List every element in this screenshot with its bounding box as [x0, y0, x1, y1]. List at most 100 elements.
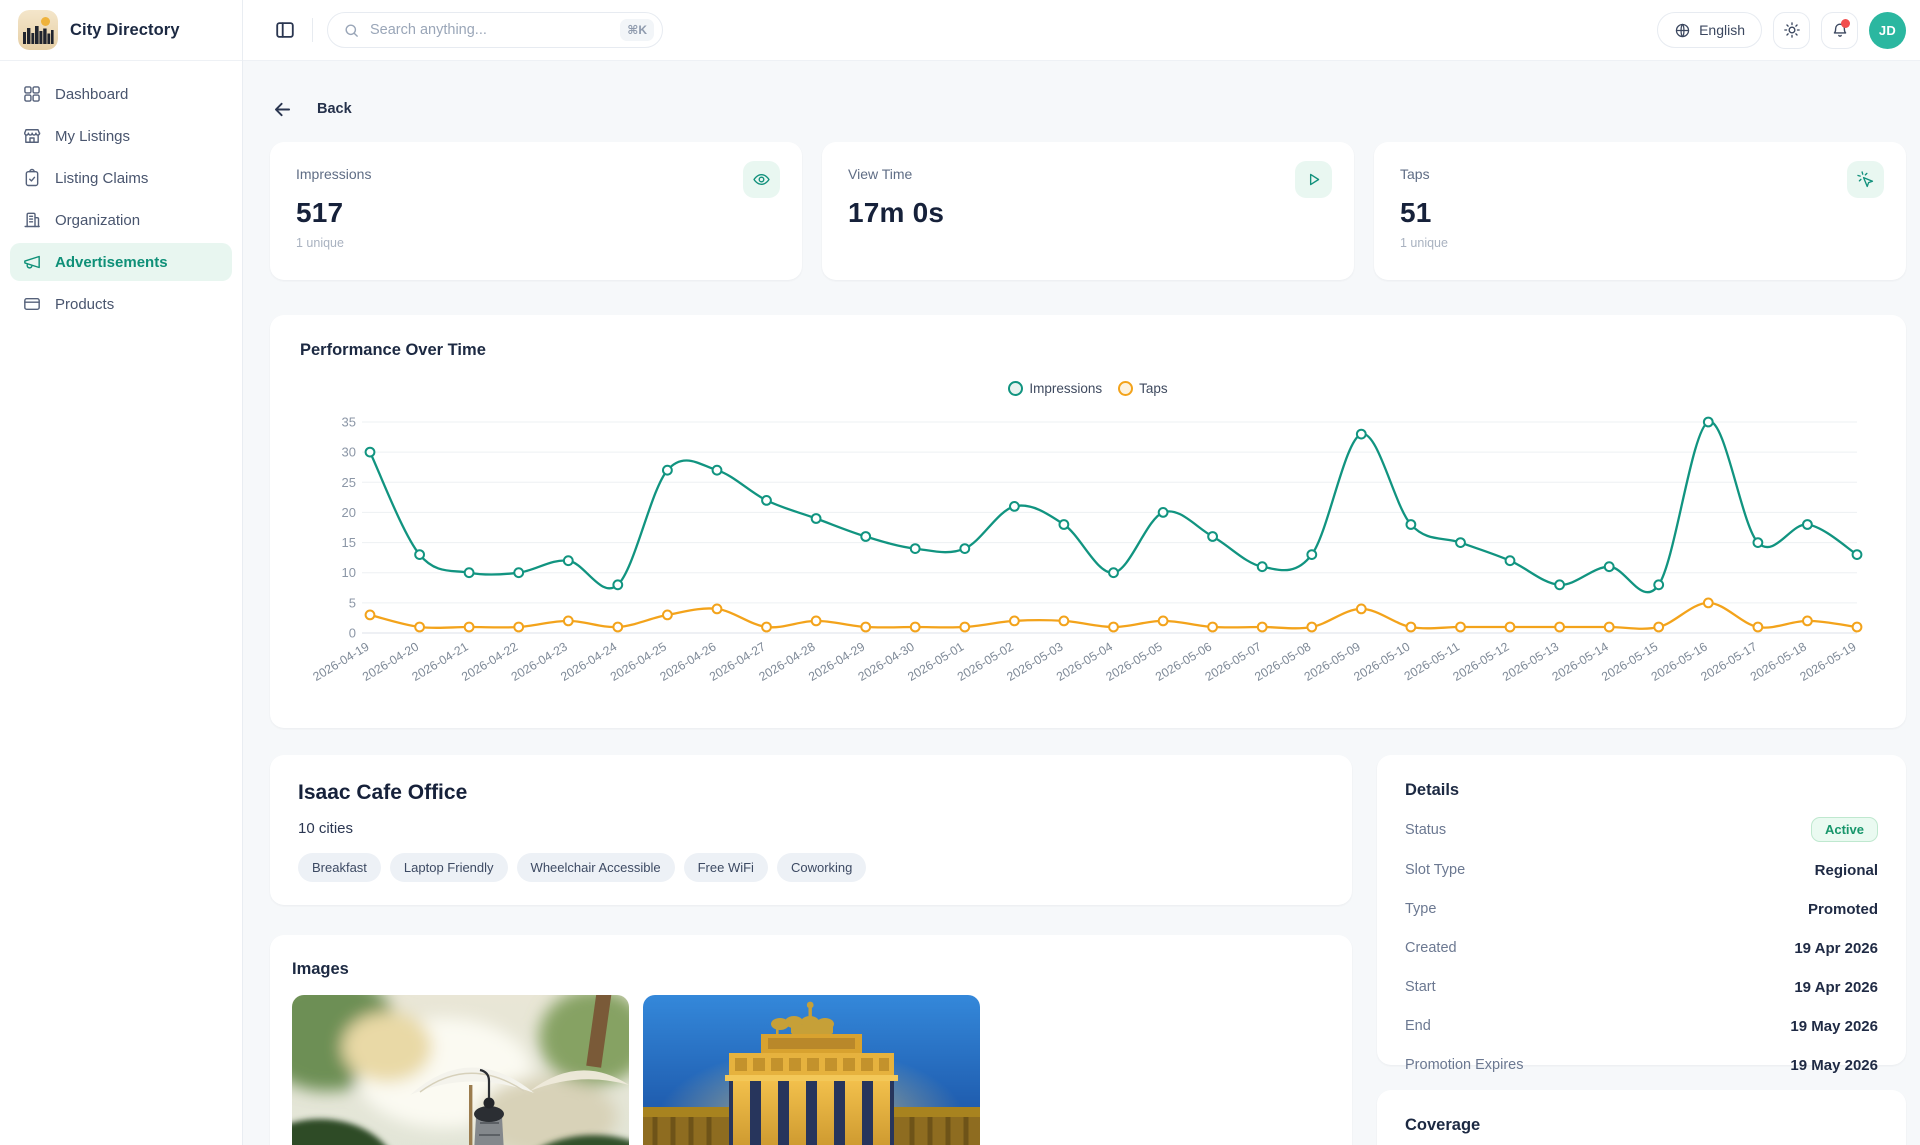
detail-value: 19 May 2026	[1790, 1018, 1878, 1035]
tag-wheelchair-accessible: Wheelchair Accessible	[517, 853, 675, 882]
svg-text:5: 5	[349, 595, 356, 610]
stat-label: Impressions	[296, 166, 776, 182]
megaphone-icon	[22, 252, 42, 272]
notifications-button[interactable]	[1821, 12, 1858, 49]
detail-label: Type	[1405, 901, 1436, 917]
topbar-divider	[312, 18, 313, 42]
legend-label: Taps	[1139, 381, 1168, 396]
cafe-terrace-photo[interactable]	[292, 995, 629, 1145]
cursor-click-icon	[1856, 170, 1875, 189]
details-card: Details StatusActiveSlot TypeRegionalTyp…	[1377, 755, 1906, 1065]
theme-toggle-button[interactable]	[1773, 12, 1810, 49]
sidebar-item-label: Products	[55, 296, 114, 313]
brandenburg-gate-photo[interactable]	[643, 995, 980, 1145]
status-badge: Active	[1811, 817, 1878, 842]
tag-coworking: Coworking	[777, 853, 866, 882]
stat-card-impressions: Impressions5171 unique	[270, 142, 802, 280]
back-row: Back	[270, 95, 1906, 123]
detail-label: Promotion Expires	[1405, 1057, 1523, 1073]
legend-item-taps[interactable]: Taps	[1118, 381, 1168, 396]
legend-marker	[1008, 381, 1023, 396]
legend-item-impressions[interactable]: Impressions	[1008, 381, 1102, 396]
stat-icon-badge	[1295, 161, 1332, 198]
globe-icon	[1674, 22, 1691, 39]
left-column: Isaac Cafe Office 10 cities BreakfastLap…	[270, 755, 1352, 1145]
svg-text:2026-05-19: 2026-05-19	[1797, 639, 1858, 683]
performance-chart-card: Performance Over Time ImpressionsTaps 05…	[270, 315, 1906, 728]
stat-card-view-time: View Time 17m 0s	[822, 142, 1354, 280]
sidebar-item-products[interactable]: Products	[10, 285, 232, 323]
svg-text:25: 25	[342, 475, 356, 490]
stat-value: 51	[1400, 197, 1880, 229]
detail-row-type: Type Promoted	[1405, 898, 1878, 920]
sidebar-item-dashboard[interactable]: Dashboard	[10, 75, 232, 113]
svg-text:20: 20	[342, 505, 356, 520]
grid-icon	[22, 84, 42, 104]
detail-row-slot-type: Slot TypeRegional	[1405, 859, 1878, 881]
arrow-left-icon	[272, 99, 293, 120]
detail-value: Promoted	[1808, 901, 1878, 918]
detail-label: Start	[1405, 979, 1436, 995]
details-rows: StatusActiveSlot TypeRegionalTypePromote…	[1405, 817, 1878, 1076]
stat-label: Taps	[1400, 166, 1880, 182]
search-box[interactable]: ⌘K	[327, 12, 663, 48]
sidebar-item-label: Listing Claims	[55, 170, 148, 187]
coverage-title: Coverage	[1405, 1116, 1878, 1135]
images-title: Images	[292, 960, 1330, 979]
tag-breakfast: Breakfast	[298, 853, 381, 882]
search-icon	[343, 22, 360, 39]
detail-value: 19 May 2026	[1790, 1057, 1878, 1074]
stat-label: View Time	[848, 166, 1328, 182]
topbar-actions: English JD	[1657, 12, 1906, 49]
svg-text:30: 30	[342, 445, 356, 460]
sun-icon	[1783, 21, 1801, 39]
eye-icon	[752, 170, 771, 189]
performance-chart[interactable]: 051015202530352026-04-192026-04-202026-0…	[300, 408, 1876, 708]
main-column: ⌘K English JD	[243, 0, 1920, 1145]
svg-text:10: 10	[342, 565, 356, 580]
detail-row-created: Created 19 Apr 2026	[1405, 937, 1878, 959]
sidebar-item-my-listings[interactable]: My Listings	[10, 117, 232, 155]
sidebar-item-advertisements[interactable]: Advertisements	[10, 243, 232, 281]
detail-row-end: End19 May 2026	[1405, 1015, 1878, 1037]
detail-value: 19 Apr 2026	[1794, 940, 1878, 957]
avatar[interactable]: JD	[1869, 12, 1906, 49]
svg-text:2026-05-10: 2026-05-10	[1351, 639, 1412, 683]
detail-row-start: Start19 Apr 2026	[1405, 976, 1878, 998]
back-label: Back	[317, 101, 352, 117]
bottom-grid: Isaac Cafe Office 10 cities BreakfastLap…	[270, 755, 1906, 1145]
panel-left-icon	[274, 19, 296, 41]
tag-laptop-friendly: Laptop Friendly	[390, 853, 508, 882]
listing-title: Isaac Cafe Office	[298, 781, 1324, 805]
language-button[interactable]: English	[1657, 12, 1762, 48]
detail-label: Created	[1405, 940, 1457, 956]
chart-legend: Impressions Taps	[300, 376, 1876, 400]
sidebar-item-label: Dashboard	[55, 86, 128, 103]
svg-text:35: 35	[342, 415, 356, 430]
legend-marker	[1118, 381, 1133, 396]
stat-icon-badge	[1847, 161, 1884, 198]
stat-value: 17m 0s	[848, 197, 1328, 229]
stat-subtext: 1 unique	[1400, 236, 1880, 250]
back-button[interactable]	[270, 97, 295, 122]
clipboard-check-icon	[22, 168, 42, 188]
tag-free-wifi: Free WiFi	[684, 853, 768, 882]
sidebar: City Directory DashboardMy ListingsListi…	[0, 0, 243, 1145]
legend-label: Impressions	[1029, 381, 1102, 396]
sidebar-nav: Dashboard My Listings Listing Claims Organi…	[0, 61, 242, 341]
sidebar-item-organization[interactable]: Organization	[10, 201, 232, 239]
images-row	[292, 995, 1330, 1145]
topbar: ⌘K English JD	[243, 0, 1920, 61]
chart-title: Performance Over Time	[300, 341, 1876, 360]
stats-row: Impressions5171 unique View Time 17m 0s Tap…	[270, 142, 1906, 280]
search-shortcut-badge: ⌘K	[620, 19, 654, 41]
sidebar-item-label: My Listings	[55, 128, 130, 145]
stat-subtext: 1 unique	[296, 236, 776, 250]
sidebar-toggle-button[interactable]	[272, 17, 298, 43]
detail-label: Slot Type	[1405, 862, 1465, 878]
play-icon	[1304, 170, 1323, 189]
search-input[interactable]	[370, 22, 610, 38]
app-root: City Directory DashboardMy ListingsListi…	[0, 0, 1920, 1145]
listing-tags: Breakfast Laptop Friendly Wheelchair Acces…	[298, 853, 1324, 882]
sidebar-item-listing-claims[interactable]: Listing Claims	[10, 159, 232, 197]
